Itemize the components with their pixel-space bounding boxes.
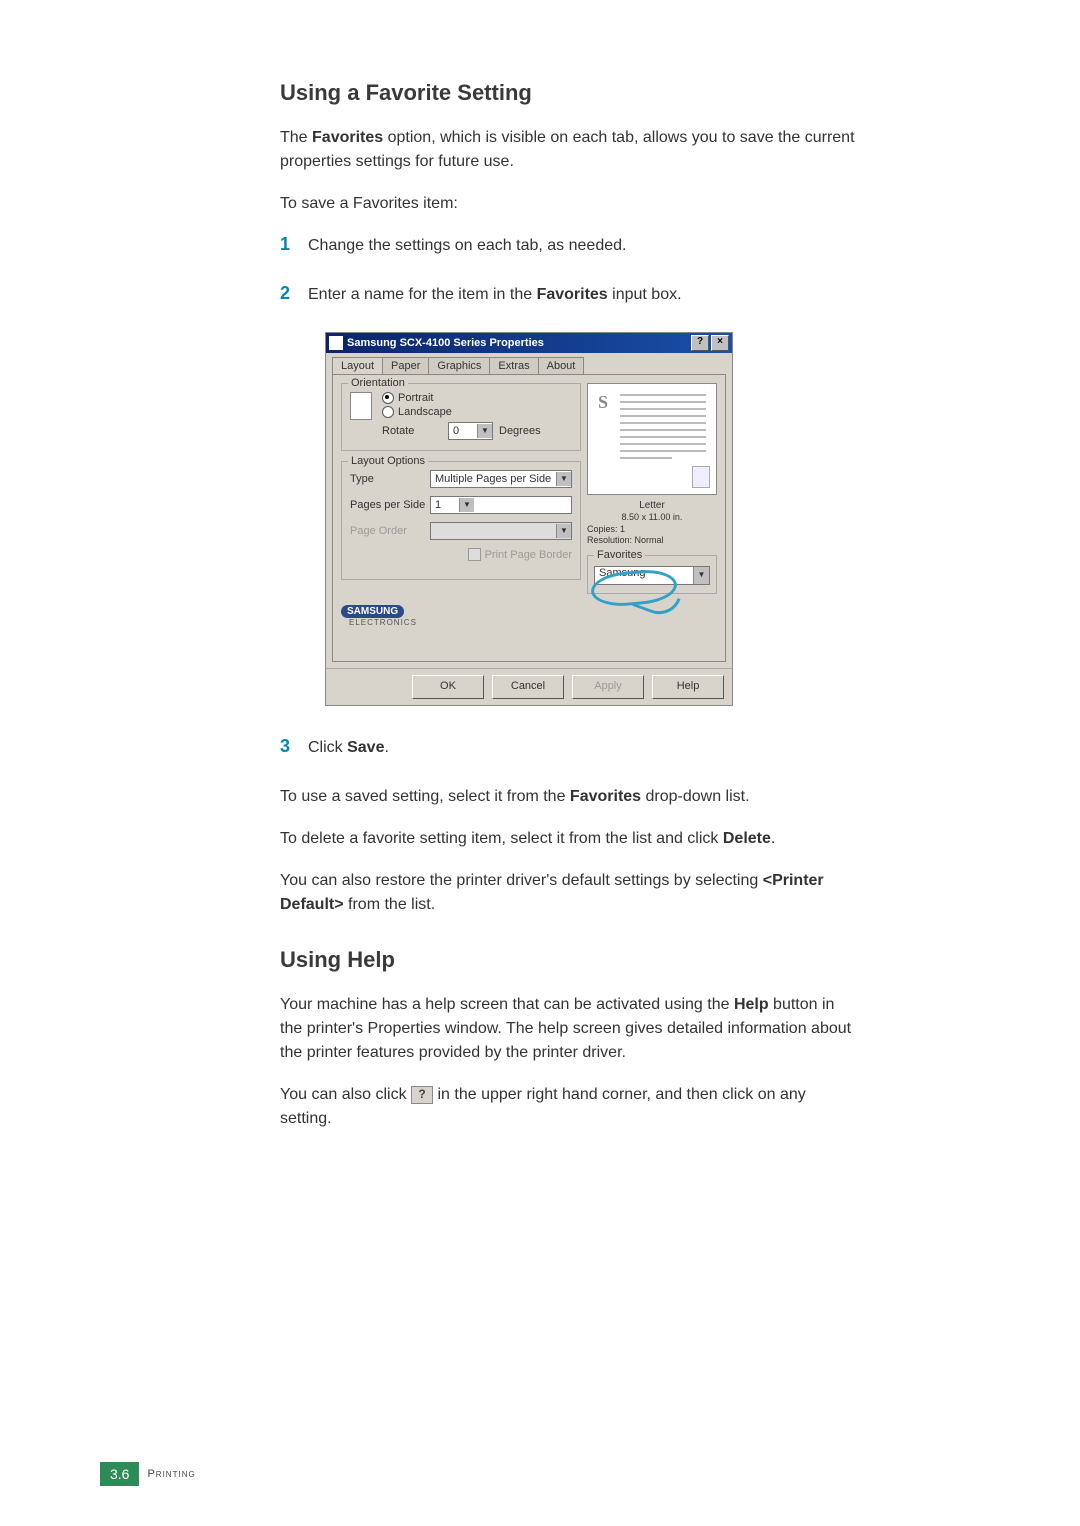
apply-button: Apply [572, 675, 644, 699]
help-button[interactable]: Help [652, 675, 724, 699]
restore-default-paragraph: You can also restore the printer driver'… [280, 869, 860, 917]
titlebar-help-button[interactable]: ? [691, 335, 709, 351]
orientation-group: Orientation Portrait Landscape [341, 383, 581, 451]
tab-graphics[interactable]: Graphics [428, 357, 490, 374]
samsung-brand: SAMSUNG ELECTRONICS [341, 605, 417, 627]
dialog-title: Samsung SCX-4100 Series Properties [347, 337, 689, 349]
page-preview: S [587, 383, 717, 495]
use-saved-paragraph: To use a saved setting, select it from t… [280, 785, 860, 809]
dialog-titlebar: Samsung SCX-4100 Series Properties ? × [326, 333, 732, 353]
question-mark-icon: ? [411, 1086, 433, 1104]
favorites-combo[interactable]: Samsung ▼ [594, 566, 710, 585]
radio-landscape[interactable]: Landscape [382, 406, 541, 418]
step-number-2: 2 [280, 283, 308, 304]
type-label: Type [350, 473, 430, 485]
heading-favorite-setting: Using a Favorite Setting [280, 80, 860, 106]
chevron-down-icon: ▼ [693, 567, 709, 584]
radio-portrait[interactable]: Portrait [382, 392, 541, 404]
ok-button[interactable]: OK [412, 675, 484, 699]
help-paragraph-1: Your machine has a help screen that can … [280, 993, 860, 1065]
save-intro: To save a Favorites item: [280, 192, 860, 216]
orientation-legend: Orientation [348, 377, 408, 389]
degrees-label: Degrees [499, 425, 541, 437]
page-footer: 3.6 Printing [100, 1462, 196, 1486]
favorites-group: Favorites Samsung ▼ [587, 555, 717, 594]
chevron-down-icon: ▼ [459, 498, 474, 512]
preview-info: Letter 8.50 x 11.00 in. Copies: 1 Resolu… [587, 495, 717, 547]
step-2-text: Enter a name for the item in the Favorit… [308, 283, 682, 307]
chevron-down-icon: ▼ [477, 424, 492, 438]
delete-paragraph: To delete a favorite setting item, selec… [280, 827, 860, 851]
dialog-button-row: OK Cancel Apply Help [326, 668, 732, 705]
step-number-1: 1 [280, 234, 308, 255]
help-paragraph-2: You can also click ? in the upper right … [280, 1083, 860, 1131]
preview-letter: S [598, 392, 608, 413]
page-order-combo: ▼ [430, 522, 572, 540]
tab-layout[interactable]: Layout [332, 357, 383, 374]
step-1-text: Change the settings on each tab, as need… [308, 234, 626, 258]
page-order-label: Page Order [350, 525, 430, 537]
intro-paragraph: The Favorites option, which is visible o… [280, 126, 860, 174]
pages-per-side-combo[interactable]: 1 ▼ [430, 496, 572, 514]
section-name: Printing [147, 1468, 195, 1480]
dialog-tabs: Layout Paper Graphics Extras About [326, 353, 732, 374]
tab-extras[interactable]: Extras [489, 357, 538, 374]
chevron-down-icon: ▼ [556, 524, 571, 538]
cancel-button[interactable]: Cancel [492, 675, 564, 699]
preview-mini-icon [692, 466, 710, 488]
orientation-preview-icon [350, 392, 372, 420]
print-border-checkbox [468, 548, 481, 561]
layout-options-legend: Layout Options [348, 455, 428, 467]
rotate-combo[interactable]: 0 ▼ [448, 422, 493, 440]
pages-per-side-label: Pages per Side [350, 499, 430, 511]
favorites-legend: Favorites [594, 549, 645, 561]
heading-using-help: Using Help [280, 947, 860, 973]
radio-dot-icon [382, 392, 394, 404]
step-number-3: 3 [280, 736, 308, 757]
page-number-badge: 3.6 [100, 1462, 139, 1486]
step-3-text: Click Save. [308, 736, 389, 760]
layout-options-group: Layout Options Type Multiple Pages per S… [341, 461, 581, 580]
printer-icon [329, 336, 343, 350]
rotate-label: Rotate [382, 425, 442, 437]
type-combo[interactable]: Multiple Pages per Side ▼ [430, 470, 572, 488]
print-border-label: Print Page Border [485, 549, 572, 561]
properties-dialog-screenshot: Samsung SCX-4100 Series Properties ? × L… [325, 332, 733, 706]
titlebar-close-button[interactable]: × [711, 335, 729, 351]
chevron-down-icon: ▼ [556, 472, 571, 486]
radio-dot-icon [382, 406, 394, 418]
tab-about[interactable]: About [538, 357, 585, 374]
tab-paper[interactable]: Paper [382, 357, 429, 374]
